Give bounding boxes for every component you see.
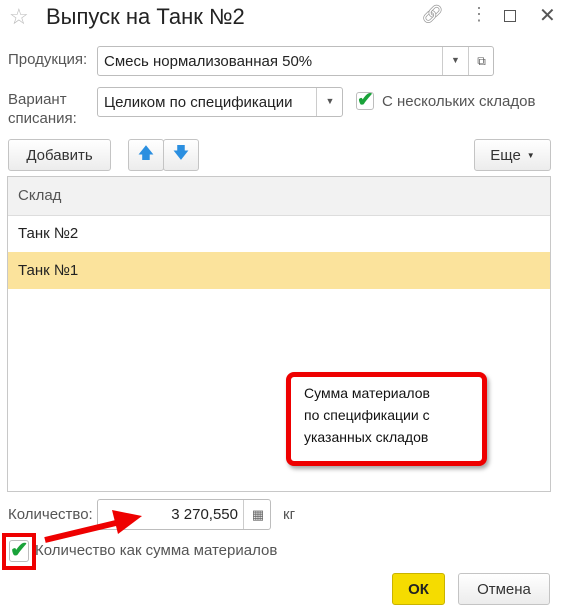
variant-dropdown-button[interactable]: ▼ bbox=[316, 88, 343, 116]
quantity-unit: кг bbox=[283, 506, 296, 523]
sum-checkbox[interactable]: ✔ bbox=[9, 539, 29, 562]
variant-label-line2: списания: bbox=[8, 110, 77, 127]
column-header-stock: Склад bbox=[18, 187, 62, 204]
quantity-value: 3 270,550 bbox=[171, 506, 238, 523]
open-icon[interactable]: ⧉ bbox=[468, 47, 494, 75]
cell-stock: Танк №2 bbox=[18, 225, 79, 242]
table-row-selected[interactable]: Танк №1 bbox=[8, 252, 550, 289]
cell-stock: Танк №1 bbox=[18, 262, 79, 279]
product-dropdown-button[interactable]: ▼ bbox=[442, 47, 468, 75]
table-header[interactable]: Склад bbox=[8, 177, 550, 216]
more-label: Еще bbox=[490, 146, 521, 164]
variant-label: Вариант списания: bbox=[8, 90, 77, 128]
ok-button[interactable]: ОК bbox=[392, 573, 445, 605]
more-vertical-icon[interactable]: ⋮ bbox=[470, 4, 488, 25]
cancel-button[interactable]: Отмена bbox=[458, 573, 550, 605]
annotation-callout: Сумма материалов по спецификации с указа… bbox=[286, 372, 487, 466]
table-row[interactable]: Танк №2 bbox=[8, 215, 550, 253]
variant-label-line1: Вариант bbox=[8, 91, 67, 108]
callout-line: по спецификации с bbox=[304, 407, 430, 423]
variant-select[interactable]: Целиком по спецификации ▼ bbox=[97, 87, 343, 117]
callout-line: указанных складов bbox=[304, 429, 429, 445]
add-button[interactable]: Добавить bbox=[8, 139, 111, 171]
close-icon[interactable]: ✕ bbox=[539, 3, 556, 28]
link-icon[interactable]: 🔗︎ bbox=[421, 4, 444, 25]
multi-stock-label: С нескольких складов bbox=[382, 93, 536, 110]
variant-value: Целиком по спецификации bbox=[104, 94, 293, 111]
maximize-icon[interactable] bbox=[504, 10, 516, 22]
more-button[interactable]: Еще ▼ bbox=[474, 139, 551, 171]
window-title: Выпуск на Танк №2 bbox=[46, 4, 245, 29]
product-label: Продукция: bbox=[8, 51, 88, 68]
chevron-down-icon: ▼ bbox=[526, 150, 535, 160]
product-field[interactable]: Смесь нормализованная 50% ▼ ⧉ bbox=[97, 46, 494, 76]
favorite-star-icon[interactable]: ☆ bbox=[9, 4, 29, 30]
move-down-button[interactable]: 🡇 bbox=[163, 139, 199, 171]
calculator-icon[interactable]: ▦ bbox=[243, 500, 272, 529]
product-value: Смесь нормализованная 50% bbox=[104, 53, 313, 70]
multi-stock-checkbox[interactable]: ✔ bbox=[356, 90, 374, 110]
arrow-down-icon: 🡇 bbox=[172, 144, 190, 162]
callout-line: Сумма материалов bbox=[304, 385, 430, 401]
arrow-up-icon: 🡅 bbox=[137, 144, 155, 162]
move-up-button[interactable]: 🡅 bbox=[128, 139, 164, 171]
sum-label: Количество как сумма материалов bbox=[35, 542, 278, 559]
